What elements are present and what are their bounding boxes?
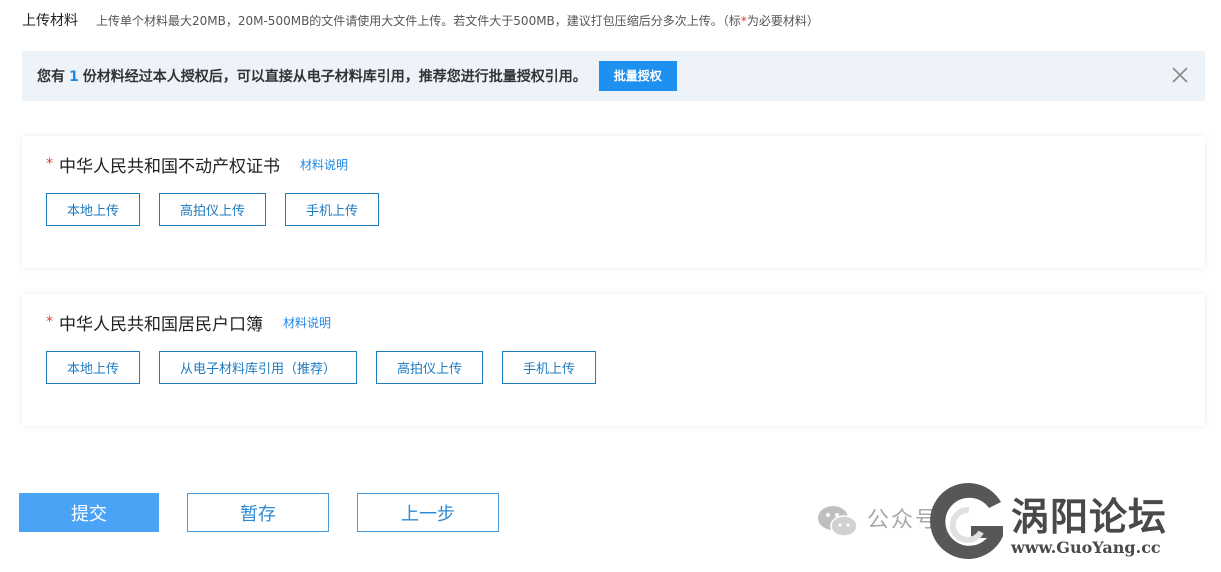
submit-button[interactable]: 提交: [19, 493, 159, 532]
upload-hint-close: 为必要材料）: [746, 13, 819, 28]
local-upload-button[interactable]: 本地上传: [46, 351, 141, 384]
scanner-upload-button[interactable]: 高拍仪上传: [376, 351, 484, 384]
page-title: 上传材料: [22, 13, 78, 29]
material-card-household-register: * 中华人民共和国居民户口簿 材料说明 本地上传 从电子材料库引用（推荐） 高拍…: [22, 294, 1205, 426]
close-icon[interactable]: [1171, 66, 1189, 84]
previous-step-button[interactable]: 上一步: [357, 493, 499, 532]
notice-text: 您有 1 份材料经过本人授权后，可以直接从电子材料库引用，推荐您进行批量授权引用。: [37, 66, 587, 86]
material-explain-link[interactable]: 材料说明: [283, 314, 331, 331]
library-reference-button[interactable]: 从电子材料库引用（推荐）: [159, 351, 358, 384]
watermark-site-url: www.GuoYang.cc: [1011, 538, 1161, 557]
notice-text-before: 您有: [37, 69, 65, 85]
watermark: 公众号 涡阳论坛 www.GuoYang.cc: [815, 480, 1215, 568]
logo-g-icon: [923, 480, 1013, 568]
material-explain-link[interactable]: 材料说明: [300, 156, 348, 173]
scanner-upload-button[interactable]: 高拍仪上传: [159, 193, 267, 226]
material-head: * 中华人民共和国居民户口簿 材料说明: [46, 311, 331, 335]
watermark-site-name: 涡阳论坛: [1011, 494, 1168, 539]
material-name: 中华人民共和国不动产权证书: [59, 156, 280, 177]
material-name: 中华人民共和国居民户口簿: [59, 314, 263, 335]
upload-hint-main: 上传单个材料最大20MB，20M-500MB的文件请使用大文件上传。若文件大于5…: [96, 13, 723, 28]
required-mark: *: [46, 314, 53, 330]
notice-count: 1: [69, 69, 79, 85]
upload-header: 上传材料 上传单个材料最大20MB，20M-500MB的文件请使用大文件上传。若…: [22, 9, 819, 31]
upload-hint: 上传单个材料最大20MB，20M-500MB的文件请使用大文件上传。若文件大于5…: [96, 12, 819, 29]
authorization-notice: 您有 1 份材料经过本人授权后，可以直接从电子材料库引用，推荐您进行批量授权引用。 …: [22, 51, 1205, 101]
save-draft-button[interactable]: 暂存: [187, 493, 329, 532]
upload-hint-open: （标: [722, 13, 741, 28]
required-mark: *: [46, 156, 53, 172]
local-upload-button[interactable]: 本地上传: [46, 193, 141, 226]
upload-options: 本地上传 从电子材料库引用（推荐） 高拍仪上传 手机上传: [46, 351, 615, 384]
batch-authorize-button[interactable]: 批量授权: [598, 61, 677, 91]
wechat-icon: [815, 498, 861, 544]
material-head: * 中华人民共和国不动产权证书 材料说明: [46, 153, 348, 177]
upload-options: 本地上传 高拍仪上传 手机上传: [46, 193, 398, 226]
notice-text-after: 份材料经过本人授权后，可以直接从电子材料库引用，推荐您进行批量授权引用。: [82, 69, 587, 85]
mobile-upload-button[interactable]: 手机上传: [502, 351, 597, 384]
mobile-upload-button[interactable]: 手机上传: [285, 193, 380, 226]
material-card-property-certificate: * 中华人民共和国不动产权证书 材料说明 本地上传 高拍仪上传 手机上传: [22, 136, 1205, 268]
